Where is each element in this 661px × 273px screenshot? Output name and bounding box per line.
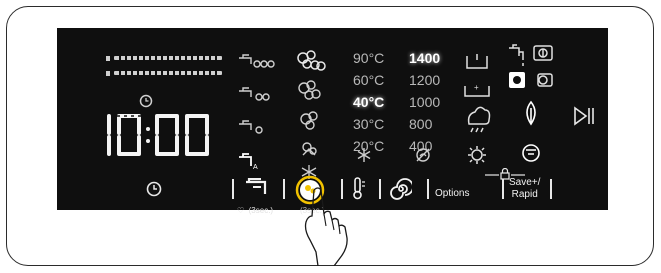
start-pause-button[interactable] [573, 106, 595, 126]
temp-30: 30°C [353, 116, 385, 132]
heart-icon: ♡ [237, 206, 245, 215]
spin-spiral-icon [390, 178, 412, 200]
prewash-hint-text: (3sec.) [248, 206, 274, 215]
progress-indicator [104, 50, 226, 78]
prewash-icon [246, 178, 267, 194]
pointing-hand-illustration [290, 186, 360, 266]
options-icons-column-2 [505, 42, 565, 172]
option-icons-b [509, 44, 553, 162]
play-pause-icon [574, 106, 594, 126]
timer-indicator-icon [139, 94, 153, 108]
spin-1000: 1000 [409, 94, 441, 110]
separator [379, 179, 381, 199]
no-spin-icon [415, 147, 431, 163]
time-display [97, 112, 217, 158]
seven-segment-digits [107, 114, 209, 156]
prewash-hint: ♡ (3sec.) [237, 200, 273, 218]
control-panel: A 90°C 60°C 40°C 30°C 20°C 1400 1200 100… [57, 28, 608, 215]
progress-bars-icon [106, 55, 222, 77]
cold-snowflake-icon [357, 148, 371, 162]
options-button[interactable]: Options [435, 183, 469, 201]
spin-button[interactable] [390, 178, 412, 200]
soil-level-column [293, 48, 329, 180]
temperature-list: 90°C 60°C 40°C 30°C 20°C [353, 51, 384, 153]
options-label: Options [435, 188, 470, 199]
separator [232, 179, 234, 199]
spin-1400-selected: 1400 [409, 50, 441, 66]
svg-text:A: A [253, 164, 258, 171]
options-icons-column-1: + [461, 46, 493, 176]
rapid-label: Rapid [511, 189, 538, 200]
soil-level-icons [297, 50, 326, 179]
separator [283, 179, 285, 199]
timer-button[interactable] [145, 180, 163, 198]
spin-1200: 1200 [409, 72, 441, 88]
temp-90: 90°C [353, 50, 385, 66]
save-rapid-button[interactable]: Save+/ Rapid [509, 178, 540, 200]
separator [550, 179, 552, 199]
save-label: Save+/ [509, 177, 541, 188]
separator [427, 179, 429, 199]
hand-icon [304, 187, 348, 266]
spin-speed-list: 1400 1200 1000 800 400 [409, 51, 440, 153]
temp-40-selected: 40°C [353, 94, 385, 110]
prewash-button[interactable] [243, 178, 271, 198]
clock-icon [146, 181, 162, 197]
prewash-level-icons: A [239, 54, 275, 171]
spin-800: 800 [409, 116, 433, 132]
prewash-options-column: A [235, 48, 275, 178]
svg-text:+: + [474, 83, 479, 92]
temp-60: 60°C [353, 72, 385, 88]
separator [502, 179, 504, 199]
option-icons-a: + [464, 54, 491, 164]
